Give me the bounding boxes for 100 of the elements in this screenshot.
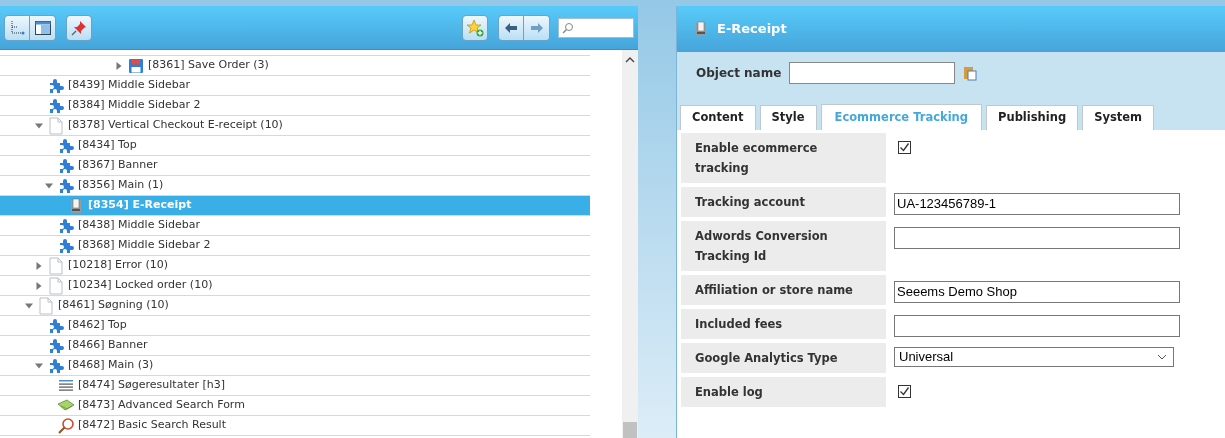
tree-item-label: [8468] Main (3) (68, 357, 154, 374)
magnifier-icon (57, 416, 75, 435)
expanded-arrow-icon[interactable] (45, 181, 53, 190)
page-icon (49, 256, 63, 275)
scrollbar-thumb[interactable] (623, 422, 637, 438)
tree-item-label: [8354] E-Receipt (88, 197, 192, 214)
tree-item-label: [8472] Basic Search Result (78, 417, 226, 434)
field-label: Enable ecommerce tracking (681, 133, 886, 183)
tree-item-label: [8439] Middle Sidebar (68, 77, 190, 94)
search-field[interactable] (558, 17, 634, 38)
puzzle-icon (48, 97, 64, 114)
tab[interactable]: Content (680, 105, 756, 130)
tree-row[interactable]: [8368] Middle Sidebar 2 (0, 236, 590, 256)
window-icon (34, 20, 51, 35)
tree-item-label: [8461] Søgning (10) (58, 297, 169, 314)
tree-row[interactable]: [8461] Søgning (10) (0, 296, 590, 316)
back-button[interactable] (498, 14, 524, 41)
text-input[interactable] (894, 226, 1180, 249)
tree-row[interactable]: [10218] Error (10) (0, 256, 590, 276)
puzzle-icon (58, 157, 74, 174)
tree-row[interactable]: [8438] Middle Sidebar (0, 216, 590, 236)
scroll-up-icon[interactable] (625, 56, 635, 63)
checkbox[interactable] (898, 141, 911, 154)
tree-row[interactable]: [8466] Banner (0, 336, 590, 356)
tree-row[interactable]: [8474] Søgeresultater [h3] (0, 376, 590, 396)
tree-item-label: [10234] Locked order (10) (68, 277, 213, 294)
dropdown[interactable]: Universal (894, 347, 1174, 367)
pushpin-icon (71, 19, 87, 36)
chevron-down-icon (1157, 354, 1167, 360)
tree-item-label: [8384] Middle Sidebar 2 (68, 97, 201, 114)
text-lines-icon (58, 378, 74, 393)
page-icon (39, 296, 53, 315)
text-input[interactable] (894, 314, 1180, 337)
tree-item-label: [8474] Søgeresultater [h3] (78, 377, 226, 394)
tree-item-label: [8438] Middle Sidebar (78, 217, 200, 234)
tab[interactable]: Style (759, 105, 817, 130)
tree-item-label: [8378] Vertical Checkout E-receipt (10) (68, 117, 283, 134)
form-pen-icon (57, 398, 75, 413)
tree-row[interactable]: [8472] Basic Search Result (0, 416, 590, 436)
panel-title: E-Receipt (717, 20, 787, 39)
arrow-left-icon (504, 21, 518, 34)
expanded-arrow-icon[interactable] (35, 121, 43, 130)
search-icon (562, 21, 574, 34)
puzzle-icon (48, 357, 64, 374)
collapsed-arrow-icon[interactable] (35, 281, 43, 290)
tree-row[interactable]: [8378] Vertical Checkout E-receipt (10) (0, 116, 590, 136)
tree-row[interactable]: [8384] Middle Sidebar 2 (0, 96, 590, 116)
puzzle-icon (48, 317, 64, 334)
tree-item-label: [8356] Main (1) (78, 177, 164, 194)
pin-button[interactable] (66, 14, 92, 41)
tree-item-label: [8367] Banner (78, 157, 158, 174)
tree-row[interactable]: [8462] Top (0, 316, 590, 336)
expanded-arrow-icon[interactable] (35, 361, 43, 370)
tree-item-label: [8466] Banner (68, 337, 148, 354)
puzzle-icon (58, 237, 74, 254)
puzzle-icon (58, 217, 74, 234)
tree-row[interactable]: [8367] Banner (0, 156, 590, 176)
field-label: Affiliation or store name (681, 275, 886, 305)
tree-structure-icon (9, 19, 25, 36)
tree-row[interactable]: [8473] Advanced Search Form (0, 396, 590, 416)
collapsed-arrow-icon[interactable] (35, 261, 43, 270)
puzzle-icon (58, 137, 74, 154)
tree-row[interactable]: [8434] Top (0, 136, 590, 156)
tab[interactable]: Publishing (986, 105, 1079, 130)
tree-row[interactable]: [8468] Main (3) (0, 356, 590, 376)
tree-item-label: [10218] Error (10) (68, 257, 168, 274)
field-label: Google Analytics Type (681, 343, 886, 373)
puzzle-icon (58, 177, 74, 194)
tab[interactable]: System (1082, 105, 1155, 130)
tree-item-label: [8462] Top (68, 317, 127, 334)
tree-item-label: [8434] Top (78, 137, 137, 154)
expanded-arrow-icon[interactable] (25, 301, 33, 310)
text-input[interactable]: UA-123456789-1 (894, 192, 1180, 215)
page-icon (49, 276, 63, 295)
field-label: Adwords Conversion Tracking Id (681, 221, 886, 271)
field-label: Enable log (681, 377, 886, 407)
arrow-right-icon (529, 21, 544, 34)
receipt-printer-icon (693, 21, 709, 37)
add-favorite-button[interactable] (462, 14, 488, 41)
puzzle-icon (48, 337, 64, 354)
window-layout-button[interactable] (30, 14, 56, 41)
star-plus-icon (466, 18, 484, 37)
clipboard-icon[interactable] (963, 65, 978, 81)
collapsed-arrow-icon[interactable] (115, 61, 123, 70)
object-name-input[interactable] (789, 62, 956, 84)
receipt-printer-icon (68, 197, 84, 214)
puzzle-icon (48, 77, 64, 94)
tree-item-label: [8368] Middle Sidebar 2 (78, 237, 211, 254)
checkbox[interactable] (898, 385, 911, 398)
text-input[interactable]: Seeems Demo Shop (894, 280, 1180, 303)
tree-row[interactable]: [10234] Locked order (10) (0, 276, 590, 296)
field-label: Tracking account (681, 187, 886, 217)
tree-item-label: [8473] Advanced Search Form (78, 397, 245, 414)
tree-row[interactable]: [8439] Middle Sidebar (0, 76, 590, 96)
tree-item-label: [8361] Save Order (3) (148, 57, 269, 74)
forward-button[interactable] (524, 14, 550, 41)
scrollbar[interactable] (622, 50, 638, 438)
page-icon (49, 116, 63, 135)
object-name-label: Object name (696, 65, 782, 82)
tree-row[interactable]: [8361] Save Order (3) (0, 56, 590, 76)
